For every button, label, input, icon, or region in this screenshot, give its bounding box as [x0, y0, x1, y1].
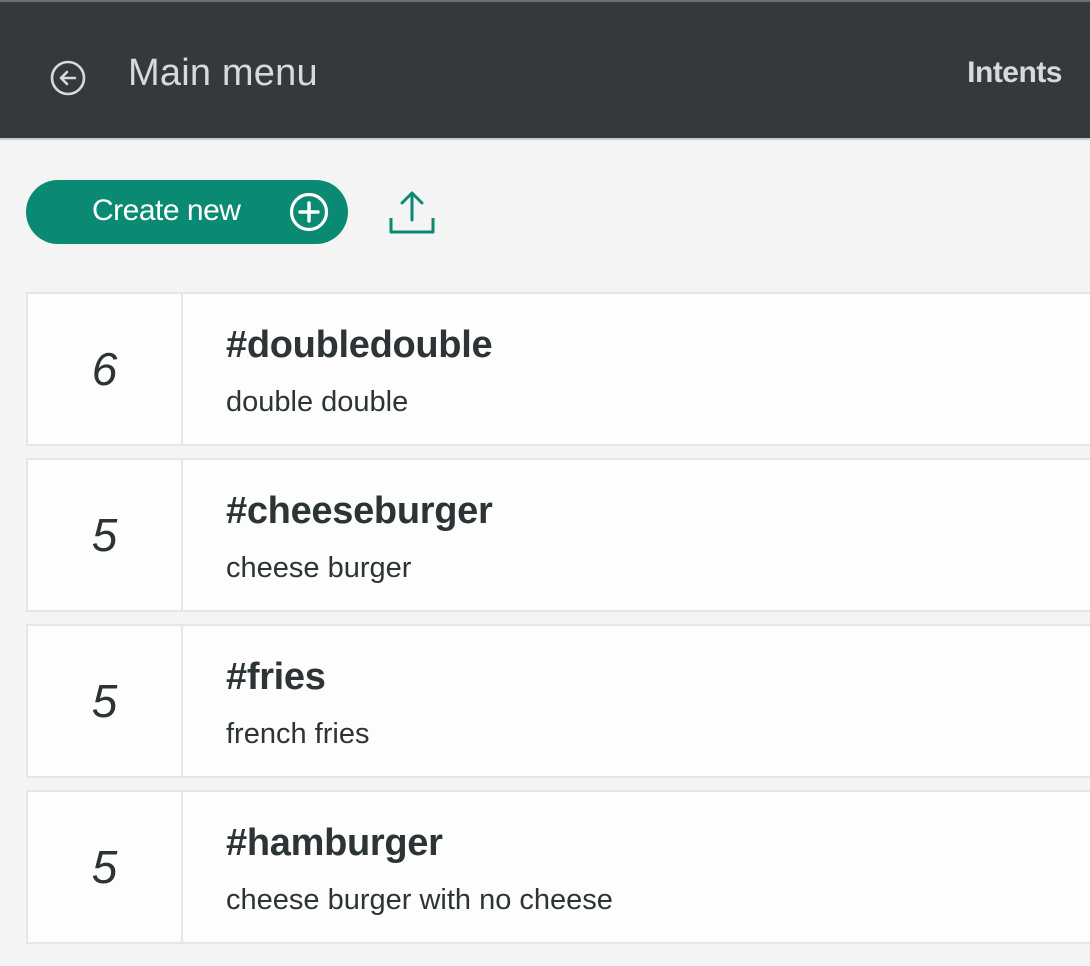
top-bar: Main menu Intents: [0, 0, 1090, 140]
intent-row[interactable]: 6 #doubledouble double double: [26, 292, 1090, 446]
intent-description: cheese burger with no cheese: [226, 884, 613, 916]
circle-arrow-left-icon: [50, 60, 86, 96]
create-new-button[interactable]: Create new: [26, 180, 348, 244]
intent-description: french fries: [226, 718, 370, 750]
intent-name: #fries: [226, 656, 326, 698]
upload-button[interactable]: [386, 188, 438, 238]
intent-description: double double: [226, 386, 409, 418]
intents-list: 6 #doubledouble double double 5 #cheeseb…: [26, 292, 1090, 956]
intent-count: 6: [28, 294, 183, 444]
intent-count: 5: [28, 626, 183, 776]
intent-name: #cheeseburger: [226, 490, 493, 532]
back-label[interactable]: Main menu: [128, 52, 318, 95]
intent-count: 5: [28, 460, 183, 610]
intent-description: cheese burger: [226, 552, 412, 584]
intent-name: #doubledouble: [226, 324, 493, 366]
circle-plus-icon: [289, 192, 329, 232]
intent-name: #hamburger: [226, 822, 443, 864]
create-new-label: Create new: [92, 194, 241, 227]
intent-row[interactable]: 5 #fries french fries: [26, 624, 1090, 778]
intent-row[interactable]: 5 #hamburger cheese burger with no chees…: [26, 790, 1090, 944]
intent-row[interactable]: 5 #cheeseburger cheese burger: [26, 458, 1090, 612]
intent-count: 5: [28, 792, 183, 942]
back-button[interactable]: [48, 58, 88, 98]
upload-icon: [389, 191, 435, 234]
section-title: Intents: [967, 56, 1062, 89]
